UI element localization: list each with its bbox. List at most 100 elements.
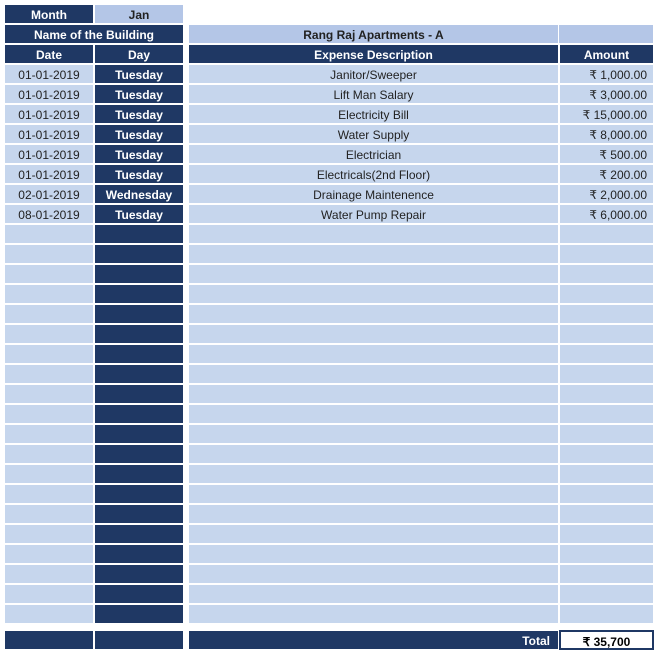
cell-date[interactable]: 01-01-2019 (4, 164, 94, 184)
cell-desc[interactable] (188, 544, 559, 564)
cell-date[interactable] (4, 524, 94, 544)
cell-desc[interactable] (188, 564, 559, 584)
cell-day[interactable] (94, 284, 184, 304)
cell-day[interactable] (94, 544, 184, 564)
cell-desc[interactable] (188, 344, 559, 364)
cell-date[interactable] (4, 284, 94, 304)
cell-date[interactable]: 01-01-2019 (4, 104, 94, 124)
cell-day[interactable] (94, 224, 184, 244)
cell-desc[interactable] (188, 464, 559, 484)
cell-amount[interactable] (559, 324, 654, 344)
cell-amount[interactable] (559, 464, 654, 484)
cell-date[interactable] (4, 484, 94, 504)
cell-amount[interactable] (559, 524, 654, 544)
cell-date[interactable]: 08-01-2019 (4, 204, 94, 224)
cell-date[interactable] (4, 384, 94, 404)
cell-amount[interactable] (559, 584, 654, 604)
cell-amount[interactable]: ₹ 500.00 (559, 144, 654, 164)
cell-day[interactable] (94, 604, 184, 624)
cell-date[interactable] (4, 544, 94, 564)
cell-amount[interactable] (559, 264, 654, 284)
cell-amount[interactable] (559, 364, 654, 384)
cell-desc[interactable]: Water Pump Repair (188, 204, 559, 224)
cell-date[interactable] (4, 324, 94, 344)
cell-date[interactable] (4, 424, 94, 444)
cell-date[interactable] (4, 404, 94, 424)
cell-day[interactable] (94, 504, 184, 524)
cell-desc[interactable] (188, 444, 559, 464)
cell-date[interactable] (4, 304, 94, 324)
cell-day[interactable] (94, 404, 184, 424)
cell-date[interactable] (4, 604, 94, 624)
cell-day[interactable] (94, 304, 184, 324)
cell-day[interactable] (94, 384, 184, 404)
cell-desc[interactable] (188, 424, 559, 444)
cell-day[interactable]: Tuesday (94, 144, 184, 164)
cell-day[interactable] (94, 484, 184, 504)
cell-desc[interactable]: Lift Man Salary (188, 84, 559, 104)
cell-amount[interactable]: ₹ 3,000.00 (559, 84, 654, 104)
cell-amount[interactable] (559, 424, 654, 444)
cell-amount[interactable]: ₹ 2,000.00 (559, 184, 654, 204)
cell-day[interactable]: Tuesday (94, 204, 184, 224)
cell-desc[interactable]: Electricity Bill (188, 104, 559, 124)
cell-amount[interactable] (559, 344, 654, 364)
cell-date[interactable]: 01-01-2019 (4, 124, 94, 144)
cell-amount[interactable] (559, 504, 654, 524)
cell-amount[interactable] (559, 404, 654, 424)
cell-desc[interactable]: Electrician (188, 144, 559, 164)
cell-amount[interactable]: ₹ 6,000.00 (559, 204, 654, 224)
cell-date[interactable]: 01-01-2019 (4, 144, 94, 164)
cell-amount[interactable] (559, 384, 654, 404)
cell-amount[interactable]: ₹ 15,000.00 (559, 104, 654, 124)
cell-amount[interactable] (559, 244, 654, 264)
cell-day[interactable] (94, 244, 184, 264)
cell-day[interactable] (94, 524, 184, 544)
cell-day[interactable] (94, 564, 184, 584)
cell-day[interactable] (94, 364, 184, 384)
month-value[interactable]: Jan (94, 4, 184, 24)
cell-day[interactable]: Tuesday (94, 124, 184, 144)
cell-desc[interactable] (188, 484, 559, 504)
cell-desc[interactable]: Water Supply (188, 124, 559, 144)
cell-date[interactable] (4, 344, 94, 364)
cell-desc[interactable] (188, 364, 559, 384)
cell-date[interactable] (4, 584, 94, 604)
cell-desc[interactable] (188, 284, 559, 304)
building-value[interactable]: Rang Raj Apartments - A (188, 24, 559, 44)
cell-desc[interactable] (188, 604, 559, 624)
cell-day[interactable]: Tuesday (94, 64, 184, 84)
cell-date[interactable] (4, 504, 94, 524)
cell-amount[interactable] (559, 444, 654, 464)
cell-day[interactable] (94, 324, 184, 344)
cell-amount[interactable]: ₹ 8,000.00 (559, 124, 654, 144)
cell-day[interactable]: Tuesday (94, 84, 184, 104)
cell-desc[interactable] (188, 584, 559, 604)
cell-amount[interactable] (559, 604, 654, 624)
cell-date[interactable] (4, 444, 94, 464)
cell-day[interactable]: Wednesday (94, 184, 184, 204)
cell-desc[interactable] (188, 304, 559, 324)
cell-amount[interactable] (559, 544, 654, 564)
cell-amount[interactable] (559, 224, 654, 244)
cell-date[interactable]: 02-01-2019 (4, 184, 94, 204)
cell-date[interactable] (4, 364, 94, 384)
cell-date[interactable]: 01-01-2019 (4, 64, 94, 84)
cell-desc[interactable] (188, 404, 559, 424)
cell-amount[interactable]: ₹ 1,000.00 (559, 64, 654, 84)
cell-day[interactable] (94, 344, 184, 364)
cell-date[interactable] (4, 264, 94, 284)
cell-desc[interactable] (188, 244, 559, 264)
cell-amount[interactable] (559, 564, 654, 584)
cell-day[interactable]: Tuesday (94, 104, 184, 124)
cell-desc[interactable] (188, 524, 559, 544)
cell-desc[interactable] (188, 384, 559, 404)
cell-desc[interactable]: Janitor/Sweeper (188, 64, 559, 84)
cell-day[interactable] (94, 264, 184, 284)
cell-desc[interactable] (188, 324, 559, 344)
cell-amount[interactable]: ₹ 200.00 (559, 164, 654, 184)
cell-date[interactable]: 01-01-2019 (4, 84, 94, 104)
cell-amount[interactable] (559, 304, 654, 324)
cell-desc[interactable] (188, 264, 559, 284)
cell-date[interactable] (4, 464, 94, 484)
